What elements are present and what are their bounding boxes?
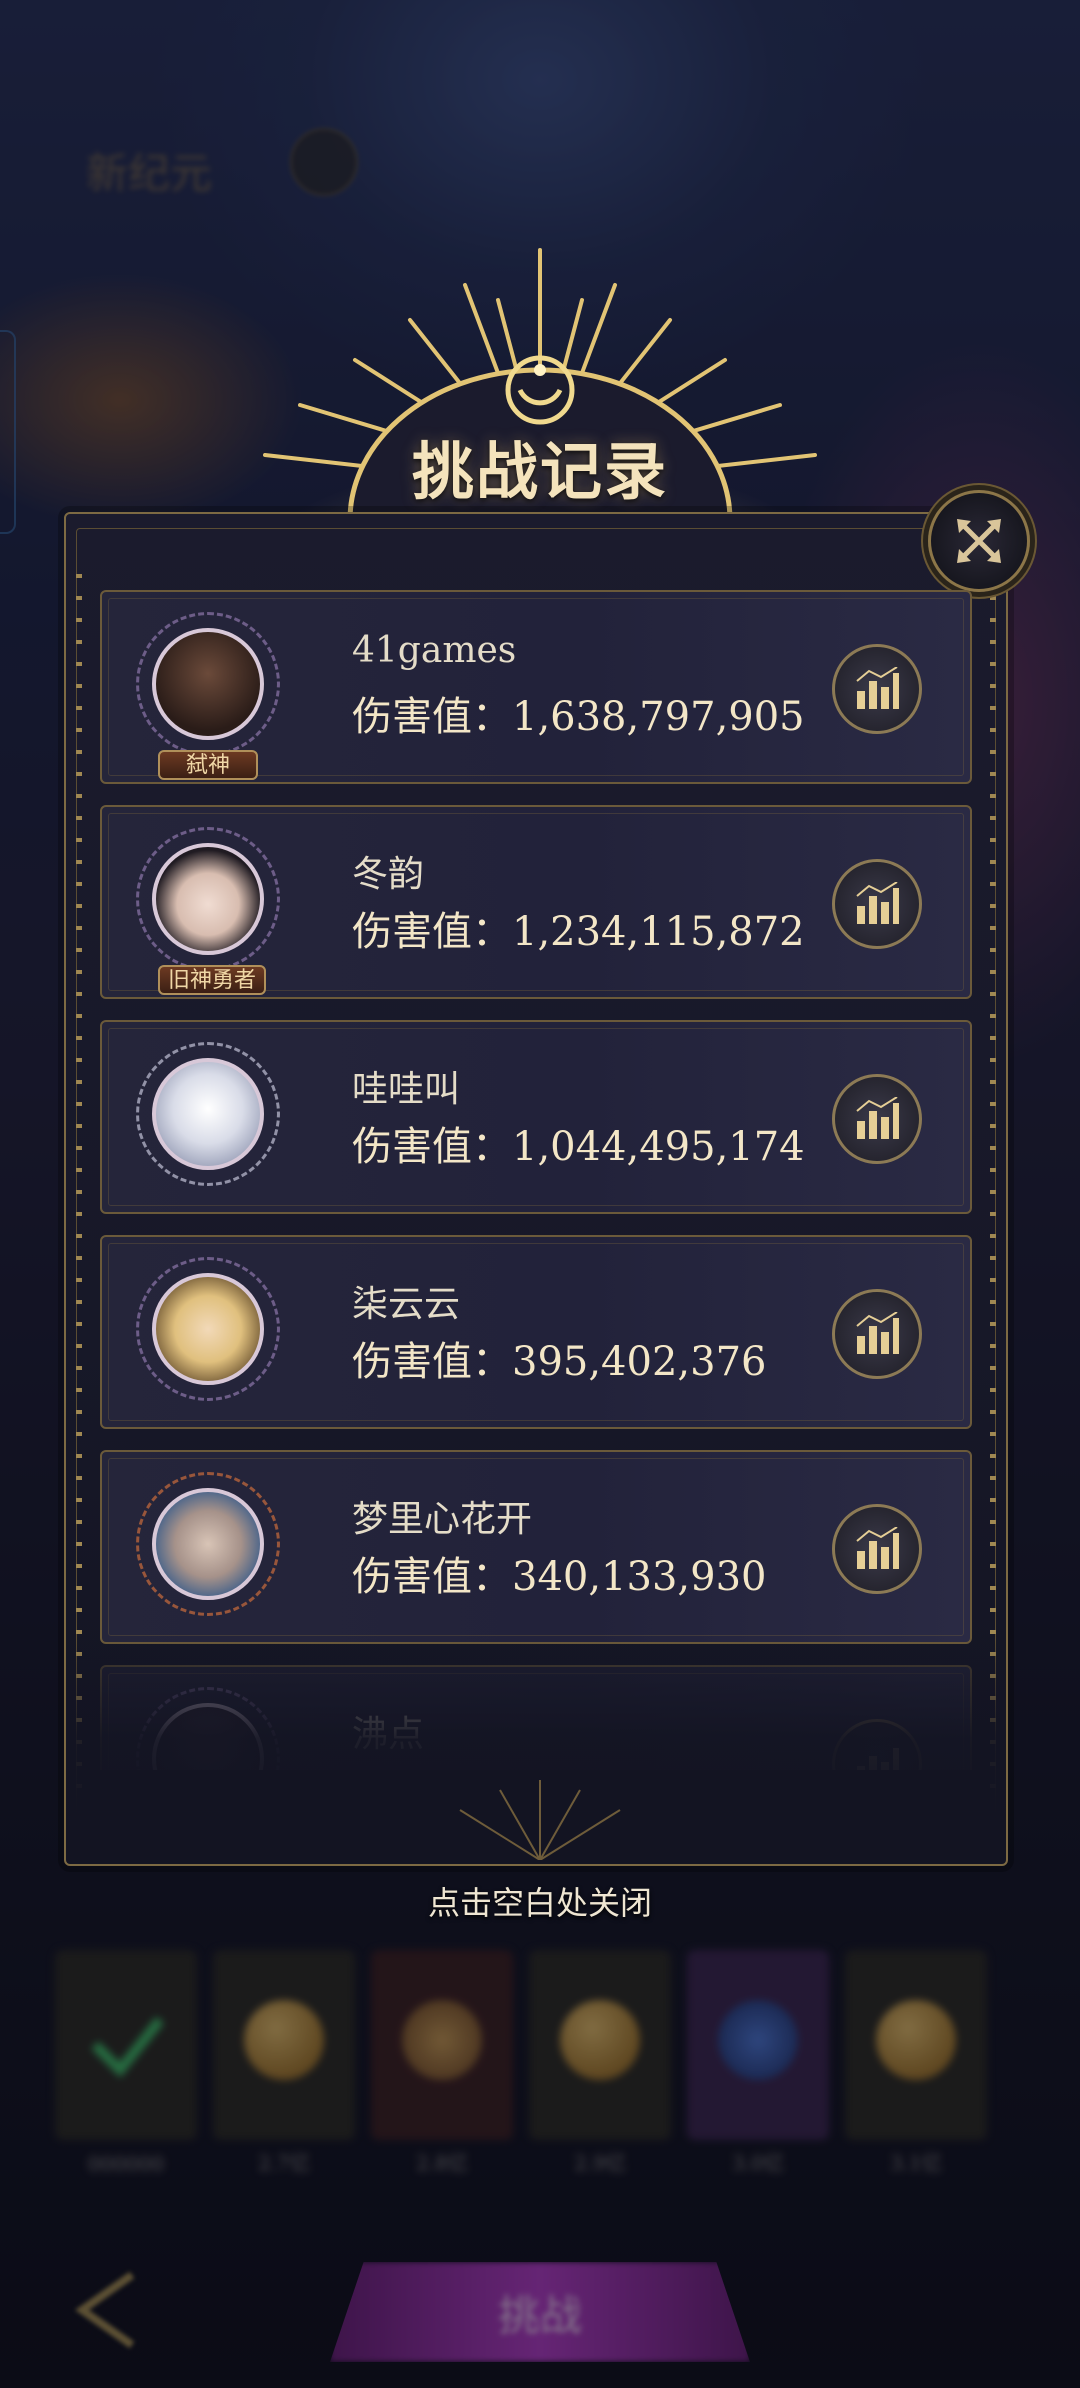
stats-button[interactable]	[832, 644, 922, 734]
damage-value: 伤害值：1,044,495,174	[352, 1124, 805, 1170]
avatar-portrait	[152, 843, 264, 955]
damage-value: 伤害值：1,638,797,905	[352, 694, 805, 740]
record-row: 梦里心花开 伤害值：340,133,930	[100, 1450, 972, 1644]
record-row: 哇哇叫 伤害值：1,044,495,174	[100, 1020, 972, 1214]
close-hint: 点击空白处关闭	[427, 1884, 652, 1922]
bar-chart-icon	[856, 1097, 899, 1139]
damage-value: 伤害值：1,234,115,872	[352, 909, 805, 955]
avatar[interactable]: 弑神	[122, 604, 292, 780]
bar-chart-icon	[856, 882, 899, 924]
stats-button[interactable]	[832, 1289, 922, 1379]
player-name: 柒云云	[352, 1284, 461, 1325]
avatar[interactable]	[122, 1249, 292, 1419]
avatar-portrait	[152, 1488, 264, 1600]
avatar-portrait	[152, 1273, 264, 1385]
avatar-portrait	[152, 628, 264, 740]
stats-button[interactable]	[832, 1504, 922, 1594]
player-name: 梦里心花开	[352, 1499, 533, 1540]
record-list[interactable]: 弑神 41games 伤害值：1,638,797,905 旧神勇者 冬韵 伤害值…	[100, 590, 972, 1770]
bar-chart-icon	[856, 1312, 899, 1354]
record-row: 柒云云 伤害值：395,402,376	[100, 1235, 972, 1429]
avatar[interactable]	[122, 1034, 292, 1204]
bar-chart-icon	[856, 667, 899, 709]
damage-value: 伤害值：340,133,930	[352, 1554, 767, 1600]
close-button[interactable]	[928, 490, 1030, 592]
avatar[interactable]	[122, 1464, 292, 1634]
avatar-portrait	[152, 1058, 264, 1170]
bar-chart-icon	[856, 1527, 899, 1569]
frame-dot-rail	[76, 574, 82, 1804]
modal-title: 挑战记录	[411, 435, 668, 508]
stats-button[interactable]	[832, 1074, 922, 1164]
stats-button[interactable]	[832, 859, 922, 949]
bottom-ornament-icon	[459, 1780, 621, 1860]
avatar[interactable]: 旧神勇者	[122, 819, 292, 995]
close-icon	[957, 519, 1001, 563]
modal-title-plate: 挑战记录	[360, 416, 720, 516]
record-row: 旧神勇者 冬韵 伤害值：1,234,115,872	[100, 805, 972, 999]
player-name: 41games	[352, 630, 517, 671]
player-name: 冬韵	[352, 854, 425, 895]
player-name: 哇哇叫	[352, 1069, 461, 1110]
player-title-badge: 旧神勇者	[158, 965, 267, 995]
player-title-badge: 弑神	[158, 750, 258, 780]
damage-value: 伤害值：395,402,376	[352, 1339, 767, 1385]
record-row: 弑神 41games 伤害值：1,638,797,905	[100, 590, 972, 784]
frame-dot-rail	[990, 574, 996, 1804]
